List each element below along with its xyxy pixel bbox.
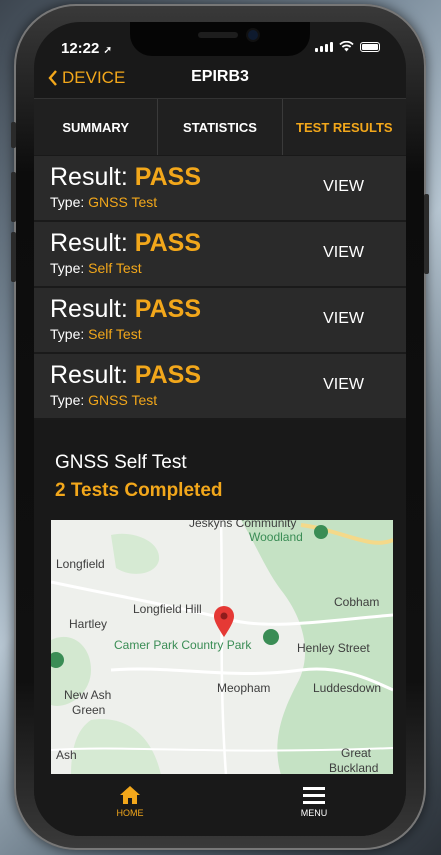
map-label-green: Green bbox=[72, 703, 106, 717]
battery-icon bbox=[360, 42, 380, 52]
result-label: Result: bbox=[50, 229, 128, 257]
speaker bbox=[198, 32, 238, 38]
result-line: Result: PASS bbox=[50, 296, 201, 322]
result-row[interactable]: Result: PASS Type: Self Test VIEW bbox=[34, 222, 406, 288]
result-label: Result: bbox=[50, 295, 128, 323]
app-screen: 12:22 ➚ DEVICE EPIRB3 SUMMARY STATISTICS… bbox=[34, 22, 406, 836]
map-label-hartley: Hartley bbox=[69, 617, 108, 631]
tab-statistics[interactable]: STATISTICS bbox=[158, 99, 283, 155]
power-button bbox=[424, 194, 429, 274]
front-camera bbox=[248, 30, 258, 40]
type-label: Type: bbox=[50, 260, 85, 276]
type-label: Type: bbox=[50, 194, 85, 210]
type-value: Self Test bbox=[88, 260, 142, 276]
mute-switch bbox=[11, 122, 16, 148]
type-line: Type: GNSS Test bbox=[50, 392, 157, 408]
result-row[interactable]: Result: PASS Type: Self Test VIEW bbox=[34, 288, 406, 354]
type-value: GNSS Test bbox=[88, 392, 158, 408]
cellular-signal-icon bbox=[315, 42, 333, 52]
map-label-longfield: Longfield bbox=[56, 557, 105, 571]
status-icons bbox=[315, 41, 380, 52]
location-arrow-icon: ➚ bbox=[103, 45, 112, 56]
view-button[interactable]: VIEW bbox=[323, 376, 364, 394]
map-label-great: Great bbox=[341, 746, 372, 760]
map-label-buckland: Buckland bbox=[329, 761, 379, 775]
status-time-text: 12:22 bbox=[61, 40, 100, 57]
result-line: Result: PASS bbox=[50, 362, 201, 388]
map-label-jeskyns: Jeskyns Community bbox=[189, 520, 297, 530]
map-label-cobham: Cobham bbox=[334, 595, 380, 609]
volume-up-button bbox=[11, 172, 16, 222]
result-label: Result: bbox=[50, 163, 128, 191]
result-row[interactable]: Result: PASS Type: GNSS Test VIEW bbox=[34, 354, 406, 420]
bottom-tab-bar: HOME MENU bbox=[34, 774, 406, 836]
home-icon bbox=[85, 782, 175, 808]
type-value: Self Test bbox=[88, 326, 142, 342]
page-title: EPIRB3 bbox=[191, 68, 249, 85]
menu-label: MENU bbox=[300, 808, 328, 818]
test-summary: GNSS Self Test 2 Tests Completed bbox=[55, 452, 223, 502]
nav-bar: DEVICE EPIRB3 bbox=[34, 62, 406, 96]
menu-tab[interactable]: MENU bbox=[269, 782, 359, 818]
view-button[interactable]: VIEW bbox=[323, 178, 364, 196]
notch bbox=[130, 22, 310, 56]
summary-title: GNSS Self Test bbox=[55, 452, 187, 473]
summary-count: 2 Tests Completed bbox=[55, 480, 223, 501]
view-button[interactable]: VIEW bbox=[323, 310, 364, 328]
result-label: Result: bbox=[50, 361, 128, 389]
result-value: PASS bbox=[134, 361, 201, 389]
map-label-ash: Ash bbox=[56, 748, 77, 762]
result-value: PASS bbox=[134, 229, 201, 257]
map-label-luddesdown: Luddesdown bbox=[313, 681, 382, 695]
home-tab[interactable]: HOME bbox=[85, 782, 175, 818]
hamburger-menu-icon bbox=[269, 782, 359, 808]
map-label-woodland: Woodland bbox=[249, 530, 303, 544]
status-time: 12:22 ➚ bbox=[61, 40, 112, 57]
type-line: Type: GNSS Test bbox=[50, 194, 157, 210]
type-value: GNSS Test bbox=[88, 194, 158, 210]
tab-bar: SUMMARY STATISTICS TEST RESULTS bbox=[34, 98, 406, 155]
result-row[interactable]: Result: PASS Type: GNSS Test VIEW bbox=[34, 156, 406, 222]
result-value: PASS bbox=[134, 295, 201, 323]
result-value: PASS bbox=[134, 163, 201, 191]
type-label: Type: bbox=[50, 326, 85, 342]
type-line: Type: Self Test bbox=[50, 326, 142, 342]
map-label-longfield-hill: Longfield Hill bbox=[133, 602, 202, 616]
test-results-list: Result: PASS Type: GNSS Test VIEW Result… bbox=[34, 156, 406, 420]
tab-test-results[interactable]: TEST RESULTS bbox=[283, 99, 406, 155]
result-line: Result: PASS bbox=[50, 164, 201, 190]
map-label-henley-street: Henley Street bbox=[297, 641, 370, 655]
map-label-camer-park: Camer Park Country Park bbox=[114, 638, 252, 652]
tab-summary[interactable]: SUMMARY bbox=[34, 99, 159, 155]
type-label: Type: bbox=[50, 392, 85, 408]
type-line: Type: Self Test bbox=[50, 260, 142, 276]
result-line: Result: PASS bbox=[50, 230, 201, 256]
volume-down-button bbox=[11, 232, 16, 282]
map-view[interactable]: Jeskyns Community Woodland Longfield Cob… bbox=[51, 520, 393, 775]
home-label: HOME bbox=[116, 808, 144, 818]
wifi-icon bbox=[339, 41, 354, 52]
map-label-new-ash: New Ash bbox=[64, 688, 112, 702]
map-label-meopham: Meopham bbox=[217, 681, 271, 695]
view-button[interactable]: VIEW bbox=[323, 244, 364, 262]
